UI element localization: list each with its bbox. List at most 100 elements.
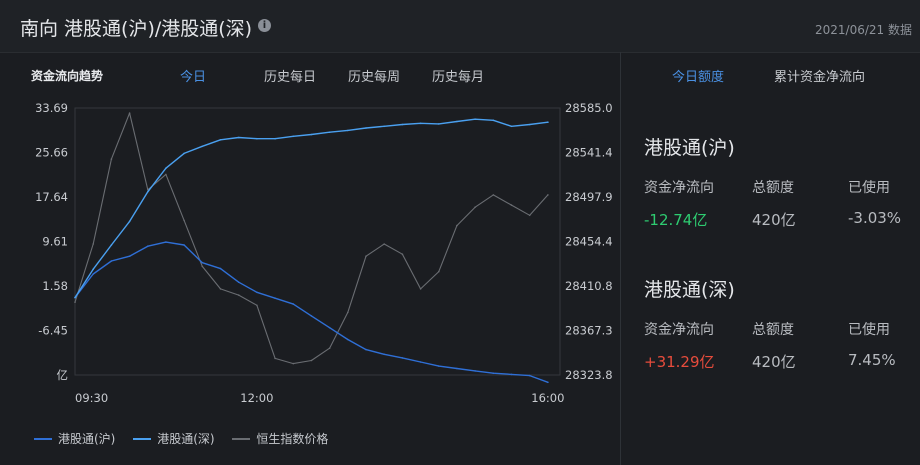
data-point-sz xyxy=(419,122,422,125)
y-right-tick-label: 28454.4 xyxy=(565,235,613,249)
y-right-tick-label: 28367.3 xyxy=(565,324,613,338)
x-tick-label: 16:00 xyxy=(531,391,564,405)
quota-sz: 420亿 xyxy=(752,353,796,371)
data-point-sh xyxy=(237,281,240,284)
data-point-sh xyxy=(510,373,513,376)
y-left-tick-label: -6.45 xyxy=(38,324,68,338)
data-point-sh xyxy=(528,374,531,377)
data-point-sh xyxy=(92,273,94,275)
label-net-flow-sh: 资金净流向 xyxy=(644,180,714,196)
legend-item-sz[interactable]: 港股通(深) xyxy=(133,430,215,447)
data-point-hsi xyxy=(219,288,222,290)
tab-cumulative-flow[interactable]: 累计资金净流向 xyxy=(774,66,865,85)
data-point-hsi xyxy=(510,204,513,206)
used-sz: 7.45% xyxy=(848,351,896,369)
plot-area xyxy=(74,107,561,376)
legend-item-hsi[interactable]: 恒生指数价格 xyxy=(232,430,328,447)
data-point-hsi xyxy=(492,194,495,196)
tab-today-quota[interactable]: 今日额度 xyxy=(672,66,724,85)
data-point-sh xyxy=(438,365,440,367)
data-point-sz xyxy=(92,268,94,271)
legend-swatch-hsi xyxy=(232,437,251,440)
data-point-hsi xyxy=(292,362,295,365)
y-left-tick-label: 9.61 xyxy=(42,235,68,249)
section-title-sh: 港股通(沪) xyxy=(644,137,735,159)
data-point-sz xyxy=(401,123,404,126)
data-point-hsi xyxy=(528,214,531,217)
y-right-tick-label: 28410.8 xyxy=(565,279,613,293)
y-left-tick-label: 17.64 xyxy=(35,190,68,204)
data-point-sh xyxy=(219,267,222,270)
x-tick-label: 12:00 xyxy=(240,391,273,405)
y-left-unit-label: 亿 xyxy=(57,368,69,382)
data-point-sz xyxy=(165,167,167,169)
data-point-hsi xyxy=(183,219,185,222)
data-point-sh xyxy=(365,348,367,351)
data-point-sh xyxy=(165,241,167,243)
data-point-hsi xyxy=(310,359,313,362)
data-point-sz xyxy=(438,123,440,125)
data-point-sz xyxy=(74,296,76,299)
data-point-sz xyxy=(274,137,276,140)
label-quota-sz: 总额度 xyxy=(752,322,794,338)
data-point-sh xyxy=(128,255,131,257)
data-point-sh xyxy=(419,361,422,363)
data-date: 2021/06/21 数据 xyxy=(815,23,912,37)
data-point-hsi xyxy=(474,206,476,208)
data-point-sz xyxy=(310,133,313,136)
data-point-sz xyxy=(547,121,549,123)
data-point-hsi xyxy=(92,243,94,245)
y-right-tick-label: 28497.9 xyxy=(565,190,613,204)
data-point-sh xyxy=(328,326,331,329)
data-point-sz xyxy=(256,137,258,140)
data-point-hsi xyxy=(383,243,386,245)
data-point-hsi xyxy=(237,294,240,296)
data-point-sh xyxy=(183,244,185,246)
data-point-sz xyxy=(347,129,349,132)
legend-label-hsi: 恒生指数价格 xyxy=(256,432,329,446)
data-point-sh xyxy=(147,245,149,247)
data-point-sz xyxy=(492,119,495,122)
legend-item-sh[interactable]: 港股通(沪) xyxy=(34,430,115,447)
data-point-sz xyxy=(110,244,113,246)
data-point-hsi xyxy=(547,194,549,196)
data-point-hsi xyxy=(201,265,204,268)
data-point-sz xyxy=(365,127,367,129)
series-line-sz xyxy=(74,118,548,298)
data-point-sz xyxy=(510,125,513,128)
data-point-sz xyxy=(219,139,222,141)
y-left-tick-label: 25.66 xyxy=(35,146,68,160)
data-point-hsi xyxy=(438,270,440,273)
data-point-hsi xyxy=(456,224,458,227)
net-flow-sz: +31.29亿 xyxy=(644,353,715,371)
data-point-sh xyxy=(110,260,113,262)
legend-label-sz: 港股通(深) xyxy=(157,432,215,446)
data-point-sh xyxy=(492,372,495,375)
data-point-sh xyxy=(274,297,276,300)
data-point-sh xyxy=(456,367,458,370)
data-point-sz xyxy=(128,220,131,223)
label-quota-sh: 总额度 xyxy=(752,180,794,196)
data-point-sh xyxy=(201,261,204,264)
data-point-sh xyxy=(310,315,313,317)
data-point-sz xyxy=(528,123,531,126)
data-point-sh xyxy=(547,381,549,384)
data-point-hsi xyxy=(328,347,331,350)
x-tick-label: 09:30 xyxy=(75,391,108,405)
data-point-hsi xyxy=(347,311,349,314)
data-point-sz xyxy=(328,131,331,133)
data-point-sh xyxy=(292,303,295,305)
data-point-sz xyxy=(147,191,149,193)
legend-swatch-sz xyxy=(133,437,152,440)
section-title-sz: 港股通(深) xyxy=(644,279,735,301)
legend-swatch-sh xyxy=(34,437,52,440)
label-used-sz: 已使用 xyxy=(848,322,890,338)
data-point-hsi xyxy=(419,288,422,290)
data-point-sh xyxy=(347,338,349,341)
data-point-hsi xyxy=(365,255,367,257)
data-point-sz xyxy=(183,152,185,155)
data-point-sh xyxy=(383,353,386,356)
data-point-sh xyxy=(401,357,404,359)
data-point-sz xyxy=(292,135,295,138)
net-flow-sh: -12.74亿 xyxy=(644,211,708,229)
